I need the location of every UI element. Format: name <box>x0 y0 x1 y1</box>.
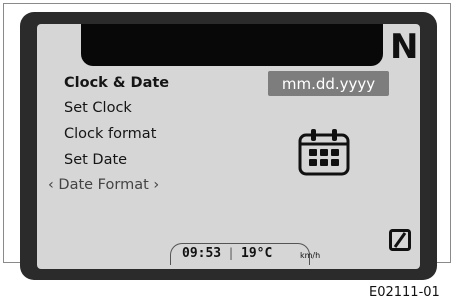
menu-item-set-clock[interactable]: Set Clock <box>64 101 132 116</box>
figure-caption: E02111-01 <box>369 285 440 300</box>
status-separator: | <box>229 246 234 260</box>
menu-item-clock-format[interactable]: Clock format <box>64 127 156 142</box>
temperature: 19°C <box>241 246 273 261</box>
gear-indicator: N <box>390 27 419 67</box>
calendar-icon <box>298 129 350 176</box>
menu-header: Clock & Date <box>64 75 170 91</box>
speed-unit: km/h <box>300 251 321 260</box>
zero-slash-icon <box>389 229 411 251</box>
top-status-bar <box>81 24 383 66</box>
menu-item-set-date[interactable]: Set Date <box>64 153 127 168</box>
menu-item-date-format[interactable]: ‹ Date Format › <box>48 178 159 193</box>
clock-time: 09:53 <box>182 246 222 261</box>
date-format-value: mm.dd.yyyy <box>268 71 389 96</box>
